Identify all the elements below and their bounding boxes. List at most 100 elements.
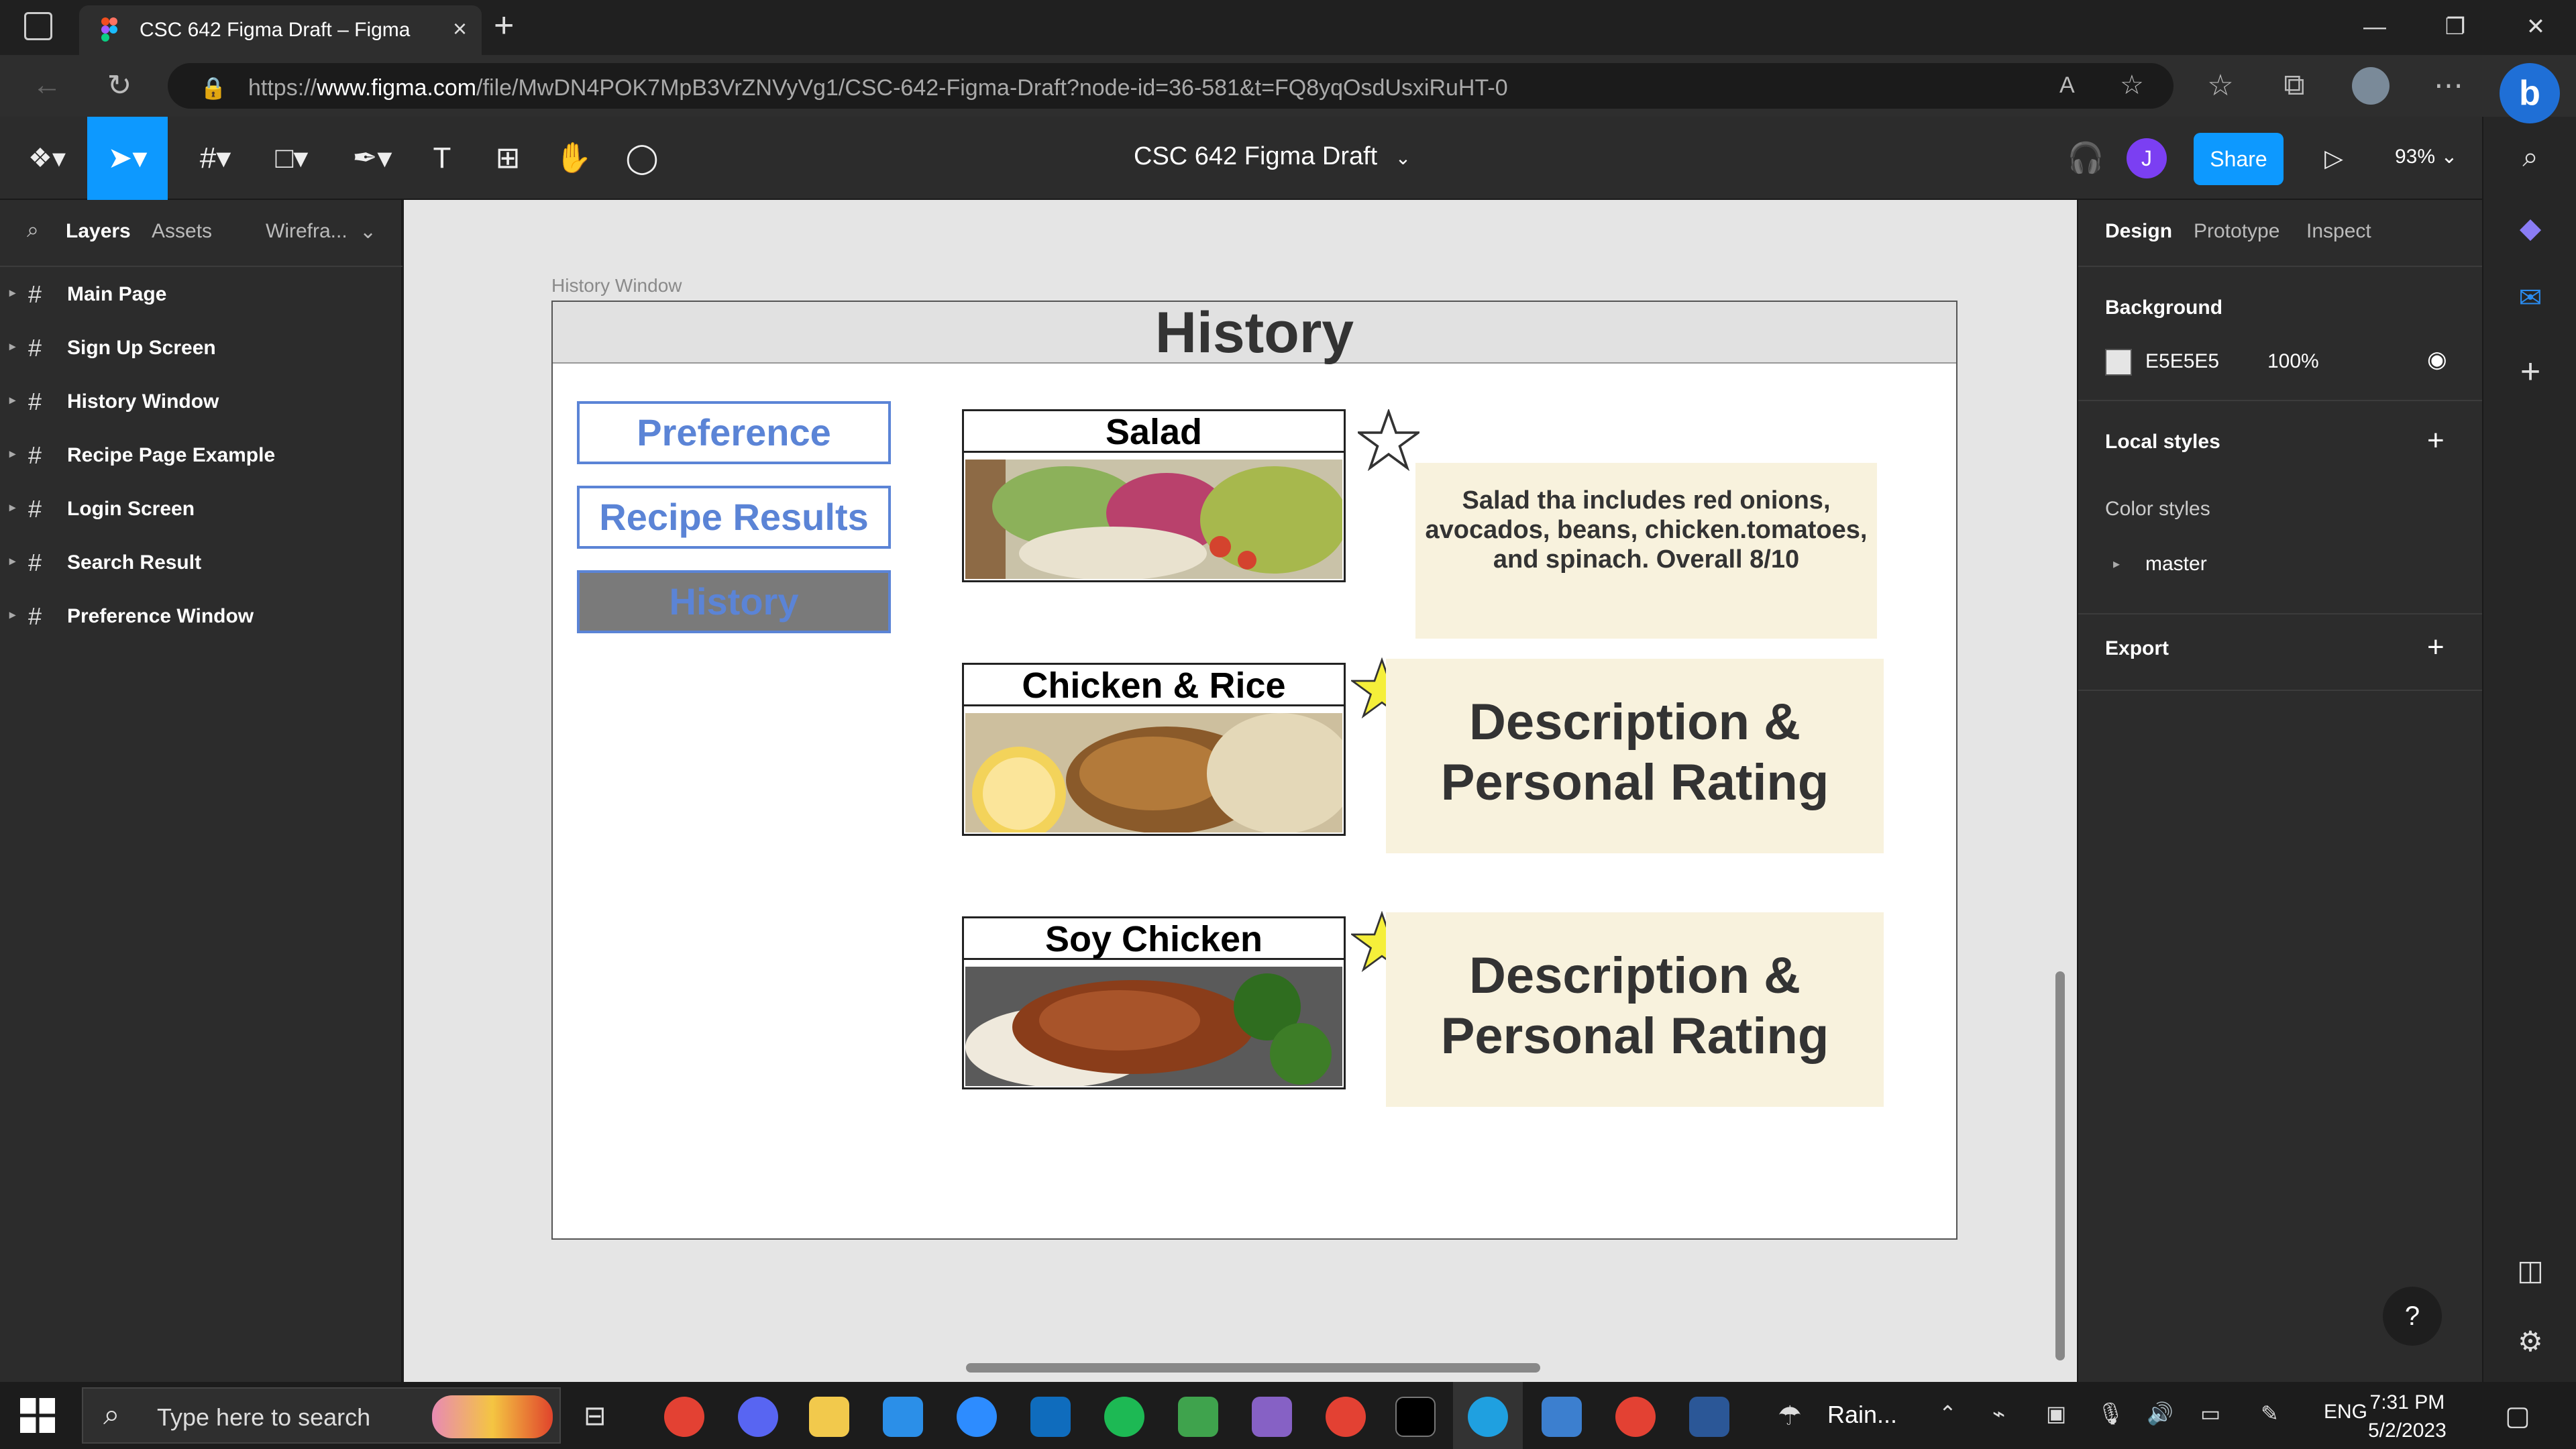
language-indicator[interactable]: ENG	[2324, 1401, 2367, 1424]
chevron-down-icon[interactable]: ⌄	[360, 220, 376, 244]
resources-icon[interactable]: ⊞	[486, 136, 530, 181]
move-tool-icon[interactable]: ➤▾	[87, 117, 168, 200]
comment-tool-icon[interactable]: ◯	[620, 136, 664, 181]
sidebar-toggle-icon[interactable]: ◫	[2510, 1250, 2551, 1291]
read-aloud-icon[interactable]: A	[2059, 72, 2075, 99]
preference-button[interactable]: Preference	[577, 401, 891, 464]
hand-tool-icon[interactable]: ✋	[551, 136, 596, 181]
network-icon[interactable]: ⌁	[1992, 1401, 2005, 1426]
history-card-chicken-rice[interactable]: Chicken & Rice	[962, 663, 1346, 836]
clock[interactable]: 7:31 PM 5/2/2023	[2368, 1389, 2447, 1445]
battery-icon[interactable]: ▭	[2200, 1401, 2220, 1426]
layer-main-page[interactable]: ▸ # Main Page	[0, 268, 402, 322]
headphones-icon[interactable]: 🎧	[2063, 136, 2108, 181]
new-tab-icon[interactable]: +	[494, 5, 514, 46]
pen-tool-icon[interactable]: ✒▾	[342, 136, 402, 181]
share-button[interactable]: Share	[2194, 133, 2284, 185]
chrome-icon[interactable]	[1615, 1397, 1656, 1437]
zoom-level[interactable]: 93% ⌄	[2395, 145, 2458, 168]
layer-recipe-page-example[interactable]: ▸ # Recipe Page Example	[0, 429, 402, 483]
search-icon[interactable]: ⌕	[2510, 137, 2551, 177]
pen-icon[interactable]: ✎	[2261, 1401, 2279, 1426]
copilot-icon[interactable]: ◆	[2510, 208, 2551, 248]
background-hex[interactable]: E5E5E5	[2145, 350, 2219, 373]
close-window-icon[interactable]: ✕	[2509, 7, 2563, 47]
expand-icon[interactable]: ▸	[9, 447, 15, 461]
favorites-icon[interactable]: ☆	[2200, 68, 2241, 103]
profile-avatar[interactable]	[2352, 67, 2390, 105]
volume-icon[interactable]: 🔊	[2147, 1401, 2174, 1426]
background-swatch[interactable]	[2105, 349, 2132, 376]
layer-sign-up-screen[interactable]: ▸ # Sign Up Screen	[0, 322, 402, 376]
vscode-icon[interactable]	[883, 1397, 923, 1437]
star-outline-icon[interactable]	[1358, 409, 1419, 471]
task-view-icon[interactable]: ⊟	[584, 1401, 606, 1432]
page-selector[interactable]: Wirefra...	[266, 220, 347, 243]
photos-icon[interactable]	[1542, 1397, 1582, 1437]
close-tab-icon[interactable]: ×	[453, 15, 467, 43]
expand-icon[interactable]: ▸	[9, 339, 15, 354]
back-icon[interactable]: ←	[27, 68, 67, 102]
layer-preference-window[interactable]: ▸ # Preference Window	[0, 590, 402, 644]
tab-assets[interactable]: Assets	[152, 220, 212, 243]
address-bar[interactable]: 🔒 https://www.figma.com/file/MwDN4POK7Mp…	[168, 63, 2174, 109]
layer-login-screen[interactable]: ▸ # Login Screen	[0, 483, 402, 537]
master-style[interactable]: master	[2145, 553, 2207, 576]
app-icon[interactable]	[1252, 1397, 1292, 1437]
restore-icon[interactable]: ❐	[2428, 7, 2482, 47]
windows-start-icon[interactable]	[20, 1398, 55, 1433]
meet-icon[interactable]: ▣	[2046, 1401, 2066, 1426]
expand-icon[interactable]: ▸	[2113, 555, 2120, 572]
expand-icon[interactable]: ▸	[9, 608, 15, 622]
weather-text[interactable]: Rain...	[1827, 1401, 1897, 1429]
text-tool-icon[interactable]: T	[420, 136, 464, 181]
taskbar-search[interactable]: ⌕ Type here to search	[82, 1387, 561, 1444]
add-favorite-icon[interactable]: ☆	[2120, 70, 2144, 101]
horizontal-scrollbar[interactable]	[966, 1363, 1540, 1373]
snipping-tool-icon[interactable]	[1178, 1397, 1218, 1437]
tab-prototype[interactable]: Prototype	[2194, 220, 2279, 243]
refresh-icon[interactable]: ↻	[99, 68, 140, 103]
history-button[interactable]: History	[577, 570, 891, 633]
history-card-soy-chicken[interactable]: Soy Chicken	[962, 916, 1346, 1089]
history-card-salad[interactable]: Salad	[962, 409, 1346, 582]
frame-tool-icon[interactable]: #▾	[185, 136, 246, 181]
terminal-icon[interactable]	[1395, 1397, 1436, 1437]
frame-label[interactable]: History Window	[551, 275, 682, 297]
outlook-icon[interactable]	[1030, 1397, 1071, 1437]
tray-overflow-icon[interactable]: ⌃	[1939, 1401, 1957, 1426]
tab-actions-icon[interactable]	[24, 12, 52, 40]
outlook-icon[interactable]: ✉	[2510, 278, 2551, 318]
more-options-icon[interactable]: ⋯	[2428, 68, 2469, 103]
file-title[interactable]: CSC 642 Figma Draft ⌄	[1134, 142, 1411, 171]
chrome-icon[interactable]	[664, 1397, 704, 1437]
expand-icon[interactable]: ▸	[9, 554, 15, 568]
figma-menu-icon[interactable]: ❖▾	[20, 136, 74, 181]
add-icon[interactable]: +	[2510, 352, 2551, 392]
settings-icon[interactable]: ⚙	[2510, 1322, 2551, 1362]
notifications-icon[interactable]: ▢	[2505, 1401, 2530, 1432]
help-icon[interactable]: ?	[2383, 1287, 2442, 1346]
collections-icon[interactable]: ⧉	[2274, 68, 2314, 102]
layer-search-result[interactable]: ▸ # Search Result	[0, 537, 402, 590]
word-icon[interactable]	[1689, 1397, 1729, 1437]
minimize-icon[interactable]: —	[2348, 7, 2402, 47]
vertical-scrollbar[interactable]	[2055, 971, 2065, 1360]
tab-inspect[interactable]: Inspect	[2306, 220, 2371, 243]
bing-icon[interactable]: b	[2500, 63, 2560, 123]
expand-icon[interactable]: ▸	[9, 393, 15, 407]
expand-icon[interactable]: ▸	[9, 500, 15, 515]
chrome-icon[interactable]	[1326, 1397, 1366, 1437]
discord-icon[interactable]	[738, 1397, 778, 1437]
search-icon[interactable]: ⌕	[27, 217, 39, 243]
shape-tool-icon[interactable]: □▾	[262, 136, 322, 181]
tab-layers[interactable]: Layers	[66, 220, 131, 243]
background-opacity[interactable]: 100%	[2267, 350, 2319, 373]
edge-icon[interactable]	[1468, 1397, 1508, 1437]
file-explorer-icon[interactable]	[809, 1397, 849, 1437]
spotify-icon[interactable]	[1104, 1397, 1144, 1437]
history-window-frame[interactable]: History Preference Recipe Results Histor…	[551, 301, 1957, 1240]
zoom-icon[interactable]	[957, 1397, 997, 1437]
expand-icon[interactable]: ▸	[9, 286, 15, 300]
microphone-icon[interactable]: 🎙	[2097, 1401, 2125, 1426]
